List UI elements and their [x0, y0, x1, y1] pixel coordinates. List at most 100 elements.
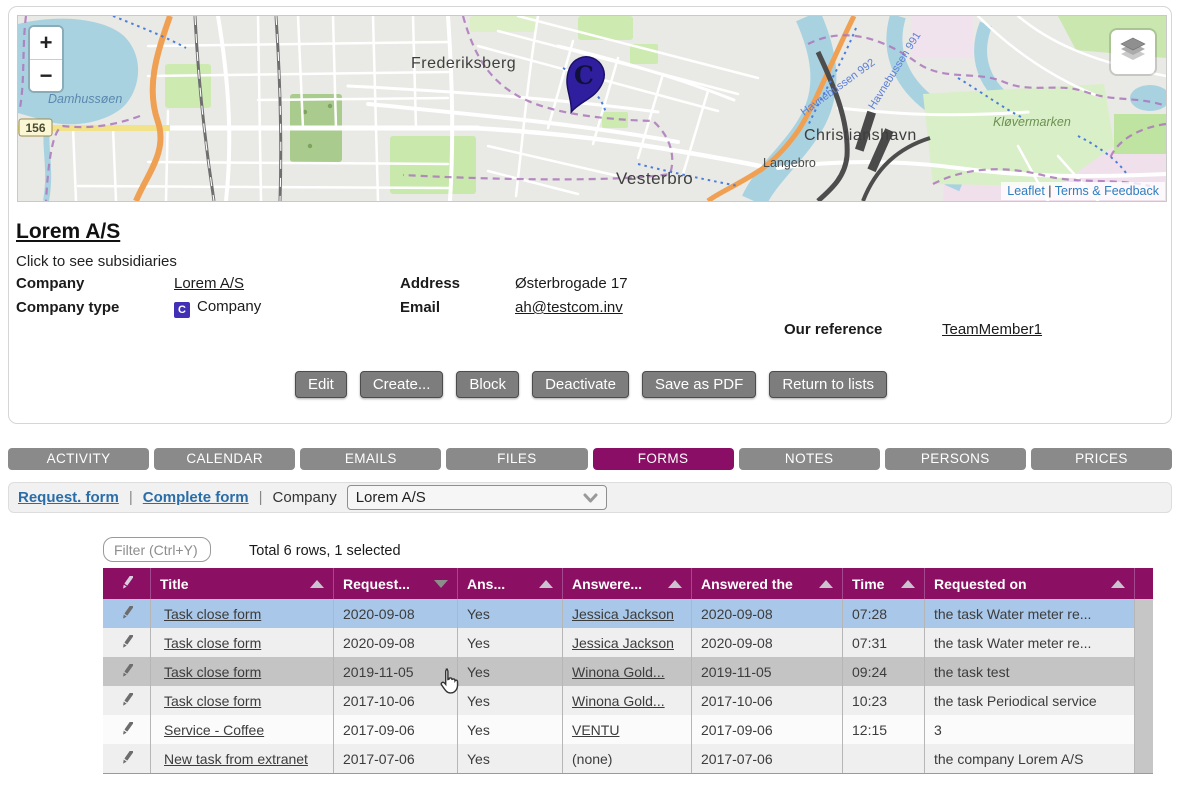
tab-persons[interactable]: PERSONS	[885, 448, 1026, 470]
map-zoom-out-button[interactable]: −	[30, 59, 62, 91]
row-scrollbar-filler	[1135, 686, 1153, 715]
cell-answered: Yes	[458, 744, 563, 773]
cell-requested: 2017-10-06	[334, 686, 458, 715]
cell-link[interactable]: Winona Gold...	[572, 693, 665, 709]
subsidiaries-link[interactable]: Click to see subsidiaries	[16, 253, 177, 270]
forms-subnav: Request. form | Complete form | Company …	[8, 482, 1172, 513]
column-header-answered[interactable]: Ans...	[458, 568, 563, 599]
save-as-pdf-button[interactable]: Save as PDF	[642, 371, 756, 398]
cell-title: Task close form	[151, 599, 334, 628]
pencil-icon	[121, 606, 133, 621]
cell-text: 07:31	[852, 635, 887, 651]
our-reference-value-link[interactable]: TeamMember1	[942, 321, 1042, 338]
edit-row-button[interactable]	[103, 744, 151, 773]
edit-row-button[interactable]	[103, 599, 151, 628]
cell-text: 10:23	[852, 693, 887, 709]
cell-answered: Yes	[458, 657, 563, 686]
cell-text: the task Water meter re...	[934, 606, 1091, 622]
table-row-1[interactable]: Task close form2020-09-08YesJessica Jack…	[103, 599, 1153, 628]
edit-row-button[interactable]	[103, 657, 151, 686]
map[interactable]: 156 Damhussøen Frederiksberg Vesterbro C…	[17, 15, 1167, 202]
cell-answered-the: 2019-11-05	[692, 657, 843, 686]
table-row-4[interactable]: Task close form2017-10-06YesWinona Gold.…	[103, 686, 1153, 715]
row-scrollbar-filler	[1135, 628, 1153, 657]
company-title[interactable]: Lorem A/S	[16, 220, 120, 244]
action-buttons-row: Edit Create... Block Deactivate Save as PDF R…	[9, 371, 1173, 398]
sort-asc-icon	[539, 580, 553, 588]
column-header-answered-by[interactable]: Answere...	[563, 568, 692, 599]
cell-requested-on: the task Water meter re...	[925, 599, 1135, 628]
cell-text: Yes	[467, 606, 490, 622]
tab-files[interactable]: FILES	[446, 448, 587, 470]
table-row-2[interactable]: Task close form2020-09-08YesJessica Jack…	[103, 628, 1153, 657]
map-label-vesterbro: Vesterbro	[616, 169, 693, 188]
cell-link[interactable]: Jessica Jackson	[572, 606, 674, 622]
chevron-down-icon	[583, 493, 598, 503]
sort-asc-icon	[310, 580, 324, 588]
create-button[interactable]: Create...	[360, 371, 444, 398]
cell-link[interactable]: VENTU	[572, 722, 619, 738]
tab-notes[interactable]: NOTES	[739, 448, 880, 470]
tab-calendar[interactable]: CALENDAR	[154, 448, 295, 470]
cell-requested-on: the task Water meter re...	[925, 628, 1135, 657]
map-label-lake: Damhussøen	[48, 92, 122, 106]
cell-link[interactable]: Task close form	[164, 664, 261, 680]
column-header-requested[interactable]: Request...	[334, 568, 458, 599]
cell-link[interactable]: Jessica Jackson	[572, 635, 674, 651]
table-row-6[interactable]: New task from extranet2017-07-06Yes(none…	[103, 744, 1153, 773]
tab-emails[interactable]: EMAILS	[300, 448, 441, 470]
edit-row-button[interactable]	[103, 686, 151, 715]
column-header-answered-the[interactable]: Answered the	[692, 568, 843, 599]
table-body: Task close form2020-09-08YesJessica Jack…	[103, 599, 1153, 773]
cell-link[interactable]: Task close form	[164, 693, 261, 709]
column-header-filler	[1135, 568, 1153, 599]
cell-requested-on: 3	[925, 715, 1135, 744]
table-row-5[interactable]: Service - Coffee2017-09-06YesVENTU2017-0…	[103, 715, 1153, 744]
map-layers-control[interactable]	[1111, 30, 1155, 74]
plus-icon: +	[40, 30, 53, 55]
cell-link[interactable]: Task close form	[164, 606, 261, 622]
column-label: Requested on	[934, 576, 1027, 592]
filter-input[interactable]	[103, 537, 211, 562]
column-label: Title	[160, 576, 189, 592]
tab-prices[interactable]: PRICES	[1031, 448, 1172, 470]
cell-text: 2017-09-06	[701, 722, 773, 738]
cell-link[interactable]: Winona Gold...	[572, 664, 665, 680]
complete-form-link[interactable]: Complete form	[143, 489, 249, 506]
terms-feedback-link[interactable]: Terms & Feedback	[1055, 184, 1159, 198]
sort-asc-icon	[901, 580, 915, 588]
table-header-row: Title Request... Ans... Answere...Answered …	[103, 568, 1153, 599]
map-zoom-in-button[interactable]: +	[30, 27, 62, 59]
request-form-link[interactable]: Request. form	[18, 489, 119, 506]
company-label: Company	[16, 275, 84, 292]
deactivate-button[interactable]: Deactivate	[532, 371, 629, 398]
column-header-requested-on[interactable]: Requested on	[925, 568, 1135, 599]
return-to-lists-button[interactable]: Return to lists	[769, 371, 887, 398]
email-value-link[interactable]: ah@testcom.inv	[515, 299, 623, 316]
cell-answered-by: Jessica Jackson	[563, 628, 692, 657]
cell-link[interactable]: Service - Coffee	[164, 722, 264, 738]
leaflet-link[interactable]: Leaflet	[1007, 184, 1045, 198]
column-header-title[interactable]: Title	[151, 568, 334, 599]
column-header-edit[interactable]	[103, 568, 151, 599]
tab-bar: ACTIVITYCALENDAREMAILSFILES FORMSNOTESPER…	[8, 448, 1172, 470]
tab-activity[interactable]: ACTIVITY	[8, 448, 149, 470]
edit-row-button[interactable]	[103, 628, 151, 657]
table-row-3[interactable]: Task close form 2019-11-05 Yes Winona Gold.…	[103, 657, 1153, 686]
block-button[interactable]: Block	[456, 371, 519, 398]
cell-text: 2017-07-06	[701, 751, 773, 767]
map-attribution: Leaflet | Terms & Feedback	[1001, 182, 1165, 200]
tab-forms[interactable]: FORMS	[593, 448, 734, 470]
pencil-icon	[121, 664, 133, 679]
column-label: Ans...	[467, 576, 505, 592]
column-header-time[interactable]: Time	[843, 568, 925, 599]
company-type-badge: C	[174, 302, 190, 318]
company-select[interactable]: Lorem A/S	[347, 485, 607, 510]
edit-row-button[interactable]	[103, 715, 151, 744]
cell-link[interactable]: Task close form	[164, 635, 261, 651]
edit-button[interactable]: Edit	[295, 371, 347, 398]
company-value-link[interactable]: Lorem A/S	[174, 275, 244, 292]
cell-time: 09:24	[843, 657, 925, 686]
column-label: Time	[852, 576, 884, 592]
cell-link[interactable]: New task from extranet	[164, 751, 308, 767]
